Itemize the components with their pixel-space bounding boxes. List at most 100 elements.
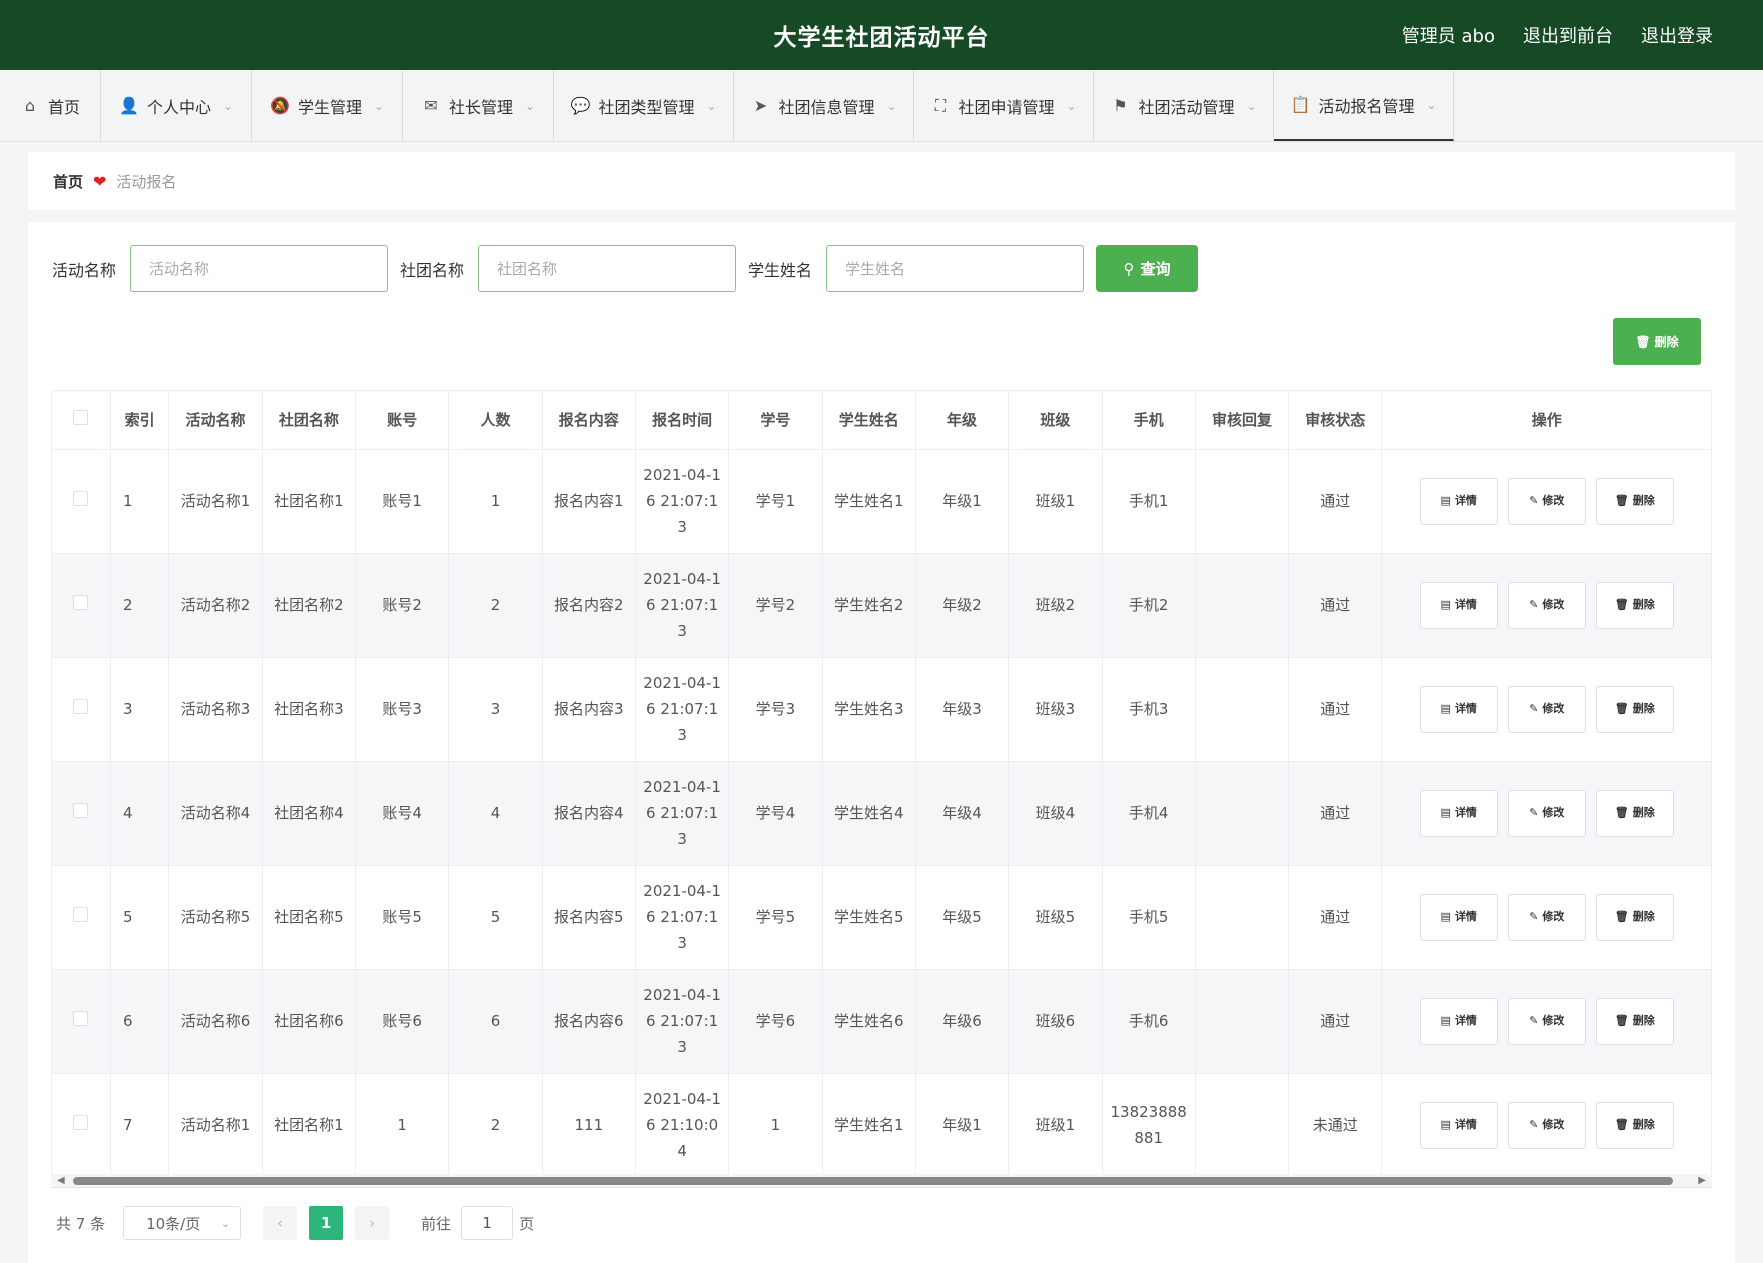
nav-item-8[interactable]: 📋 活动报名管理 ⌄ [1274, 70, 1454, 141]
document-icon: ▤ [1440, 1014, 1451, 1027]
detail-button[interactable]: ▤ 详情 [1419, 789, 1498, 837]
edit-button[interactable]: ✎ 修改 [1507, 477, 1586, 525]
cell-club: 社团名称5 [262, 865, 357, 970]
cell-activity: 活动名称2 [168, 553, 263, 658]
cell-content: 报名内容5 [542, 865, 636, 970]
delete-button[interactable]: 🗑 删除 [1595, 997, 1674, 1045]
detail-button[interactable]: ▤ 详情 [1419, 685, 1498, 733]
nav-item-4[interactable]: 💬 社团类型管理 ⌄ [554, 70, 734, 141]
cell-activity: 活动名称4 [168, 761, 263, 866]
delete-button[interactable]: 🗑 删除 [1595, 477, 1674, 525]
column-header: 社团名称 [262, 391, 357, 450]
main-nav: ⌂ 首页 👤 个人中心 ⌄ 🔕 学生管理 ⌄ ✉ 社长管理 ⌄ 💬 社团类型管理 ⌄ ➤ 社团信息管理 ⌄ ⛶ 社团… [0, 70, 1763, 142]
row-actions-cell: ▤ 详情 ✎ 修改 🗑 删除 [1381, 553, 1712, 658]
detail-button[interactable]: ▤ 详情 [1419, 581, 1498, 629]
row-checkbox[interactable] [73, 1011, 89, 1026]
select-all-checkbox[interactable] [73, 410, 89, 426]
edit-button[interactable]: ✎ 修改 [1507, 893, 1586, 941]
delete-button[interactable]: 🗑 删除 [1595, 1101, 1674, 1149]
detail-button[interactable]: ▤ 详情 [1419, 1101, 1498, 1149]
cell-phone: 手机5 [1102, 865, 1196, 970]
nav-item-0[interactable]: ⌂ 首页 [0, 70, 101, 141]
batch-delete-button[interactable]: 🗑 删除 [1613, 318, 1701, 365]
chevron-down-icon: ⌄ [1246, 98, 1257, 113]
edit-label: 修改 [1542, 1014, 1565, 1027]
nav-item-2[interactable]: 🔕 学生管理 ⌄ [252, 70, 403, 141]
cell-class: 班级1 [1008, 1073, 1103, 1178]
user-icon: 👤 [118, 96, 139, 115]
cell-count: 2 [448, 1073, 543, 1178]
cell-phone: 13823888881 [1102, 1073, 1196, 1178]
cell-club: 社团名称4 [262, 761, 357, 866]
chevron-down-icon: ⌄ [222, 98, 234, 113]
pagination: 共 7 条 10条/页 ⌄ ‹ 1 › 前往 1 页 [56, 1206, 534, 1240]
goto-page-input[interactable]: 1 [461, 1206, 514, 1240]
cell-time: 2021-04-16 21:07:13 [635, 865, 730, 970]
delete-button[interactable]: 🗑 删除 [1595, 893, 1674, 941]
row-checkbox[interactable] [73, 907, 89, 922]
cell-account: 账号6 [355, 969, 450, 1074]
chevron-down-icon: ⌄ [373, 98, 385, 113]
edit-button[interactable]: ✎ 修改 [1507, 581, 1586, 629]
prev-page-button[interactable]: ‹ [263, 1206, 298, 1240]
edit-button[interactable]: ✎ 修改 [1507, 685, 1586, 733]
row-checkbox[interactable] [73, 803, 89, 818]
table-row: 3 活动名称3 社团名称3 账号3 3 报名内容3 2021-04-16 21:07:13 学… [52, 657, 1712, 762]
delete-button[interactable]: 🗑 删除 [1595, 581, 1674, 629]
nav-item-6[interactable]: ⛶ 社团申请管理 ⌄ [914, 70, 1094, 141]
row-checkbox-cell [52, 865, 111, 970]
edit-button[interactable]: ✎ 修改 [1507, 997, 1586, 1045]
chevron-down-icon: ⌄ [1066, 98, 1077, 113]
nav-item-3[interactable]: ✉ 社长管理 ⌄ [403, 70, 554, 141]
nav-item-7[interactable]: ⚑ 社团活动管理 ⌄ [1094, 70, 1274, 141]
page-size-value: 10条/页 [146, 1214, 201, 1233]
row-checkbox[interactable] [73, 491, 89, 506]
column-header: 报名时间 [635, 391, 730, 450]
horizontal-scrollbar[interactable]: ◀ ▶ [51, 1174, 1712, 1188]
detail-button[interactable]: ▤ 详情 [1419, 893, 1498, 941]
delete-button[interactable]: 🗑 删除 [1595, 685, 1674, 733]
nav-item-label: 社团类型管理 [598, 97, 695, 117]
next-page-button[interactable]: › [355, 1206, 390, 1240]
page-size-select[interactable]: 10条/页 ⌄ [123, 1206, 242, 1240]
scroll-right-icon[interactable]: ▶ [1698, 1175, 1706, 1186]
query-button[interactable]: ⚲ 查询 [1096, 245, 1199, 292]
logout-link[interactable]: 退出登录 [1641, 22, 1713, 48]
row-checkbox[interactable] [73, 699, 89, 714]
row-checkbox[interactable] [73, 595, 89, 610]
nav-item-5[interactable]: ➤ 社团信息管理 ⌄ [734, 70, 914, 141]
edit-button[interactable]: ✎ 修改 [1507, 789, 1586, 837]
cell-index: 5 [110, 865, 170, 970]
trash-icon: 🗑 [1614, 806, 1629, 819]
cell-club: 社团名称3 [262, 657, 357, 762]
delete-button[interactable]: 🗑 删除 [1595, 789, 1674, 837]
cell-phone: 手机2 [1102, 553, 1196, 658]
cell-reply [1195, 449, 1290, 554]
detail-button[interactable]: ▤ 详情 [1419, 997, 1498, 1045]
trash-icon: 🗑 [1614, 910, 1629, 923]
scroll-left-icon[interactable]: ◀ [57, 1175, 65, 1186]
search-input-2[interactable]: 学生姓名 [826, 245, 1085, 292]
row-checkbox[interactable] [73, 1115, 89, 1130]
row-actions-cell: ▤ 详情 ✎ 修改 🗑 删除 [1381, 865, 1712, 970]
cell-account: 账号5 [355, 865, 450, 970]
table-row: 2 活动名称2 社团名称2 账号2 2 报名内容2 2021-04-16 21:07:13 学… [52, 553, 1712, 658]
detail-button[interactable]: ▤ 详情 [1419, 477, 1498, 525]
page-number-current[interactable]: 1 [309, 1206, 344, 1240]
pencil-icon: ✎ [1529, 598, 1539, 611]
cell-time: 2021-04-16 21:07:13 [635, 657, 730, 762]
search-input-0[interactable]: 活动名称 [130, 245, 389, 292]
breadcrumb-home[interactable]: 首页 [53, 171, 83, 192]
scrollbar-thumb[interactable] [73, 1177, 1673, 1185]
cell-reply [1195, 553, 1290, 658]
cell-time: 2021-04-16 21:07:13 [635, 553, 730, 658]
delete-label: 删除 [1632, 806, 1655, 819]
nav-item-1[interactable]: 👤 个人中心 ⌄ [101, 70, 252, 141]
admin-label: 管理员 abo [1401, 26, 1495, 47]
nav-item-label: 个人中心 [146, 97, 211, 117]
search-input-1[interactable]: 社团名称 [478, 245, 737, 292]
trash-icon: 🗑 [1614, 702, 1629, 715]
nav-item-label: 学生管理 [297, 97, 362, 117]
back-to-front-link[interactable]: 退出到前台 [1523, 22, 1613, 48]
edit-button[interactable]: ✎ 修改 [1507, 1101, 1586, 1149]
